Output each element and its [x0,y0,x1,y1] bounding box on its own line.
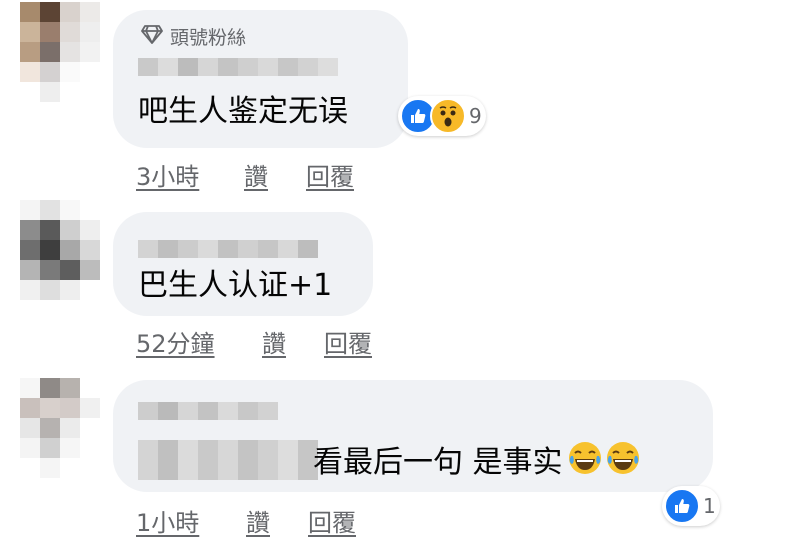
blurred-username[interactable] [138,240,318,258]
badge-label: 頭號粉絲 [170,27,247,49]
reaction-count: 9 [469,104,482,128]
like-button[interactable]: 讚 [244,157,306,192]
comment-actions: 3小時 讚 回覆 [136,157,354,192]
blurred-mention[interactable] [138,440,318,480]
comment-text-content: 看最后一句 是事实 [313,444,563,480]
blurred-username[interactable] [138,402,278,420]
reply-button[interactable]: 回覆 [306,157,354,192]
comment-text: 看最后一句 是事实 [313,440,641,485]
avatar[interactable] [20,200,100,300]
laughing-crying-emoji-icon [605,440,641,485]
reaction-count: 1 [703,494,716,518]
reply-button[interactable]: 回覆 [308,503,356,538]
comment-text: 巴生人认证+1 [138,268,333,303]
comment-actions: 1小時 讚 回覆 [136,503,356,538]
laughing-crying-emoji-icon [567,440,603,485]
wow-reaction-icon [430,98,466,134]
avatar[interactable] [20,378,100,478]
avatar[interactable] [20,2,100,102]
timestamp-link[interactable]: 1小時 [136,503,246,538]
like-reaction-icon [664,488,700,524]
top-fan-badge: 頭號粉絲 [141,23,246,50]
reactions-summary[interactable]: 1 [662,486,720,526]
comment-bubble: 巴生人认证+1 [113,212,373,316]
comment-actions: 52分鐘 讚 回覆 [136,324,372,359]
comment-bubble: 看最后一句 是事实 [113,380,713,492]
comment-bubble: 頭號粉絲 吧生人鉴定无误 [113,10,408,148]
blurred-username[interactable] [138,58,338,76]
timestamp-link[interactable]: 3小時 [136,157,244,192]
diamond-icon [141,24,163,49]
reply-button[interactable]: 回覆 [324,324,372,359]
comment-text: 吧生人鉴定无误 [138,94,348,129]
timestamp-link[interactable]: 52分鐘 [136,324,262,359]
like-button[interactable]: 讚 [246,503,308,538]
reactions-summary[interactable]: 9 [398,96,486,136]
like-button[interactable]: 讚 [262,324,324,359]
